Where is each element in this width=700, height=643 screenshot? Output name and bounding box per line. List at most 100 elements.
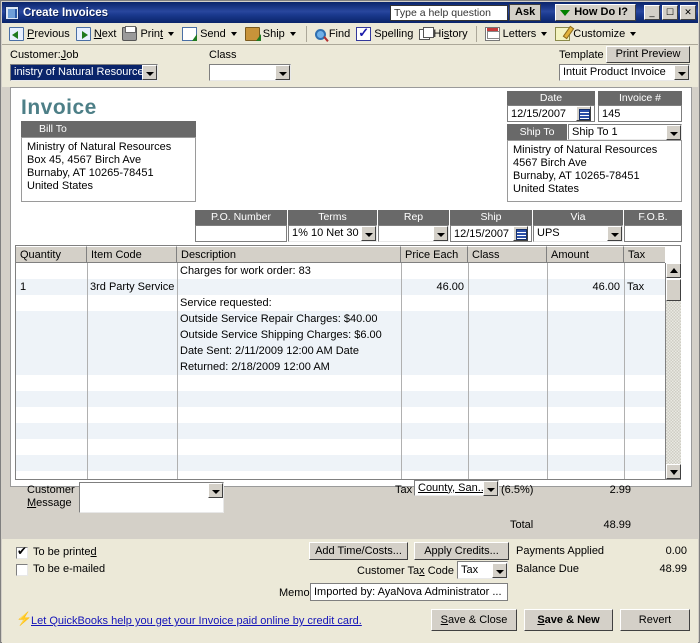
grid-divider (468, 263, 469, 479)
create-invoices-window: Create Invoices Type a help question Ask… (0, 0, 700, 643)
ship-to-line-1: 4567 Birch Ave (513, 157, 587, 169)
scroll-track[interactable] (666, 301, 681, 464)
via-dropdown-arrow-icon[interactable] (607, 226, 622, 241)
print-preview-button[interactable]: Print Preview (606, 46, 690, 63)
column-header-item-code[interactable]: Item Code (87, 246, 177, 263)
how-do-i-button[interactable]: How Do I? (555, 4, 636, 21)
tax-combo[interactable]: County, San... (414, 480, 499, 496)
table-row[interactable] (16, 455, 680, 471)
ship-dropdown-caret-icon[interactable] (289, 31, 296, 36)
ask-button[interactable]: Ask (509, 4, 542, 21)
total-amount: 48.99 (603, 519, 631, 531)
cell-description-6: Returned: 2/18/2009 12:00 AM (180, 361, 330, 373)
column-header-amount[interactable]: Amount (547, 246, 624, 263)
toolbar-separator-2 (475, 25, 477, 42)
letters-icon (484, 26, 500, 41)
toolbar-print-button[interactable]: Print (119, 24, 166, 44)
scroll-down-button[interactable] (666, 464, 681, 479)
ship-to-combo[interactable]: Ship To 1 (568, 124, 682, 140)
ship-to-dropdown-arrow-icon[interactable] (666, 124, 681, 140)
terms-combo[interactable]: 1% 10 Net 30 (288, 225, 377, 242)
table-row[interactable] (16, 375, 680, 391)
send-dropdown-caret-icon[interactable] (230, 31, 237, 36)
ship-to-address[interactable]: Ministry of Natural Resources 4567 Birch… (507, 140, 682, 202)
customer-job-combo[interactable]: inistry of Natural Resources (10, 64, 158, 81)
help-search-input[interactable]: Type a help question (390, 4, 509, 21)
via-combo[interactable]: UPS (533, 225, 623, 242)
customize-dropdown-caret-icon[interactable] (630, 31, 637, 36)
terms-dropdown-arrow-icon[interactable] (361, 226, 376, 241)
apply-credits-button[interactable]: Apply Credits... (414, 542, 509, 560)
table-row[interactable] (16, 439, 680, 455)
credit-card-promo-link[interactable]: Let QuickBooks help you get your Invoice… (31, 615, 362, 627)
date-field[interactable]: 12/15/2007 (507, 105, 595, 122)
template-dropdown-arrow-icon[interactable] (674, 65, 689, 80)
memo-value: Imported by: AyaNova Administrator ... (314, 586, 502, 598)
maximize-button[interactable]: ☐ (662, 5, 678, 20)
table-row[interactable] (16, 391, 680, 407)
toolbar-history-button[interactable]: History (416, 24, 470, 44)
ship-date-header: Ship (450, 210, 532, 225)
tax-dropdown-arrow-icon[interactable] (483, 480, 498, 496)
minimize-button[interactable]: _ (644, 5, 660, 20)
add-time-costs-button[interactable]: Add Time/Costs... (309, 542, 408, 560)
cell-quantity-1: 1 (20, 281, 27, 293)
customer-message-dropdown-arrow-icon[interactable] (208, 483, 223, 498)
template-combo[interactable]: Intuit Product Invoice (559, 64, 690, 81)
customer-tax-code-dropdown-arrow-icon[interactable] (492, 562, 507, 578)
close-button[interactable]: ✕ (680, 5, 696, 20)
toolbar-send-button[interactable]: Send (179, 24, 229, 44)
column-header-class[interactable]: Class (468, 246, 547, 263)
toolbar-previous-button[interactable]: Previous (6, 24, 73, 44)
customer-job-dropdown-arrow-icon[interactable] (142, 65, 157, 80)
table-row[interactable] (16, 407, 680, 423)
toolbar-previous-label: revious (34, 27, 70, 40)
class-combo[interactable] (209, 64, 291, 81)
column-header-description[interactable]: Description (177, 246, 401, 263)
rep-dropdown-arrow-icon[interactable] (433, 226, 448, 241)
ship-calendar-icon[interactable] (513, 226, 528, 241)
lightning-bolt-icon: ⚡ (16, 611, 33, 626)
fob-field[interactable] (624, 225, 682, 242)
toolbar-letters-button[interactable]: Letters (482, 24, 540, 44)
letters-dropdown-caret-icon[interactable] (541, 31, 548, 36)
bill-to-address[interactable]: Ministry of Natural Resources Box 45, 45… (21, 137, 196, 202)
invoice-no-header: Invoice # (598, 91, 682, 105)
to-be-emailed-checkbox[interactable] (16, 564, 28, 576)
top-fields-area: Customer:Job inistry of Natural Resource… (2, 45, 698, 87)
send-icon (182, 26, 198, 41)
column-header-price-each[interactable]: Price Each (401, 246, 468, 263)
revert-button[interactable]: Revert (620, 609, 690, 631)
table-row[interactable] (16, 295, 680, 311)
table-row[interactable] (16, 423, 680, 439)
tax-rate: (6.5%) (501, 484, 534, 496)
ship-icon (244, 26, 261, 41)
toolbar-find-button[interactable]: Find (312, 24, 353, 44)
toolbar-next-button[interactable]: Next (73, 24, 120, 44)
rep-combo[interactable] (378, 225, 449, 242)
grid-scrollbar[interactable] (665, 263, 681, 479)
save-new-button[interactable]: Save & New (524, 609, 613, 631)
invoice-no-field[interactable]: 145 (598, 105, 682, 122)
cell-tax-1: Tax (627, 281, 645, 293)
calendar-icon[interactable] (576, 106, 591, 121)
memo-field[interactable]: Imported by: AyaNova Administrator ... (310, 583, 508, 601)
print-dropdown-caret-icon[interactable] (168, 31, 175, 36)
po-number-field[interactable] (195, 225, 287, 242)
to-be-printed-checkbox[interactable] (16, 544, 28, 559)
customer-tax-code-combo[interactable]: Tax (457, 561, 508, 579)
scroll-up-button[interactable] (666, 263, 681, 278)
scroll-thumb[interactable] (666, 279, 681, 301)
save-close-button[interactable]: Save & Close (431, 609, 517, 631)
toolbar-spelling-button[interactable]: Spelling (353, 24, 416, 44)
column-header-tax[interactable]: Tax (624, 246, 665, 263)
table-row[interactable] (16, 359, 680, 375)
class-dropdown-arrow-icon[interactable] (275, 65, 290, 80)
bill-to-header: Bill To (21, 121, 196, 137)
toolbar-ship-button[interactable]: Ship (242, 24, 288, 44)
table-row[interactable] (16, 263, 680, 279)
column-header-quantity[interactable]: Quantity (16, 246, 87, 263)
ship-date-field[interactable]: 12/15/2007 (450, 225, 532, 242)
customer-message-combo[interactable] (79, 482, 224, 513)
toolbar-customize-button[interactable]: Customize (552, 24, 628, 44)
